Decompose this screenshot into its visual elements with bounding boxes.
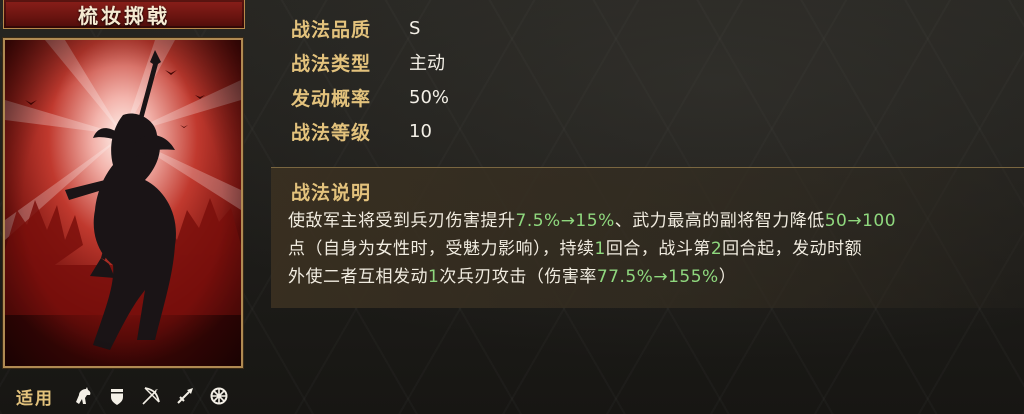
info-value: S xyxy=(409,17,421,39)
cavalry-icon xyxy=(72,385,94,407)
desc-highlight: 7.5%→15% xyxy=(515,211,615,231)
desc-text-span: 使敌军主将受到兵刃伤害提升 xyxy=(288,211,516,231)
info-row-probability: 发动概率 50% xyxy=(291,84,449,110)
desc-highlight: 50→100 xyxy=(824,211,897,231)
info-value: 主动 xyxy=(409,53,445,74)
tactic-name: 梳妆掷戟 xyxy=(78,3,170,28)
info-row-quality: 战法品质 S xyxy=(291,15,420,41)
applicable-units-label: 适用 xyxy=(16,388,54,409)
info-row-level: 战法等级 10 xyxy=(291,118,432,144)
desc-highlight: 2 xyxy=(710,239,723,259)
description-line-2: 点（自身为女性时，受魅力影响），持续1回合，战斗第2回合起，发动时额 xyxy=(288,235,1018,263)
info-label: 战法等级 xyxy=(291,121,372,144)
desc-highlight: 1 xyxy=(428,267,440,287)
desc-text-span: 回合起，发动时额 xyxy=(722,239,863,259)
bow-icon xyxy=(140,385,162,407)
tactic-portrait-card xyxy=(3,38,243,368)
desc-text-span: ） xyxy=(718,267,737,287)
desc-text-span: 回合，战斗第 xyxy=(605,239,711,259)
info-label: 战法类型 xyxy=(291,52,372,75)
info-row-type: 战法类型 主动 xyxy=(291,49,445,75)
desc-text-span: 次兵刃攻击（伤害率 xyxy=(439,267,597,287)
desc-text-span: 点（自身为女性时，受魅力影响），持续 xyxy=(288,239,595,259)
applicable-units-row: 适用 xyxy=(16,383,242,409)
description-text: 使敌军主将受到兵刃伤害提升7.5%→15%、武力最高的副将智力降低50→100 … xyxy=(288,207,1018,291)
tactic-title-plaque: 梳妆掷戟 xyxy=(3,0,245,29)
siege-icon xyxy=(208,385,230,407)
desc-text-span: 外使二者互相发动 xyxy=(288,267,428,287)
description-title: 战法说明 xyxy=(291,182,372,204)
desc-highlight: 77.5%→155% xyxy=(596,267,719,287)
spear-icon xyxy=(174,385,196,407)
desc-highlight: 1 xyxy=(594,239,606,259)
info-label: 战法品质 xyxy=(291,18,372,41)
info-value: 50% xyxy=(409,86,450,108)
info-value: 10 xyxy=(409,120,432,142)
warrior-portrait-image xyxy=(5,40,241,366)
info-label: 发动概率 xyxy=(291,87,372,110)
description-line-3: 外使二者互相发动1次兵刃攻击（伤害率77.5%→155%） xyxy=(288,263,1018,291)
shield-icon xyxy=(106,385,128,407)
description-line-1: 使敌军主将受到兵刃伤害提升7.5%→15%、武力最高的副将智力降低50→100 xyxy=(288,207,1018,235)
description-panel: 战法说明 使敌军主将受到兵刃伤害提升7.5%→15%、武力最高的副将智力降低50… xyxy=(271,167,1024,308)
desc-text-span: 、武力最高的副将智力降低 xyxy=(614,211,825,231)
